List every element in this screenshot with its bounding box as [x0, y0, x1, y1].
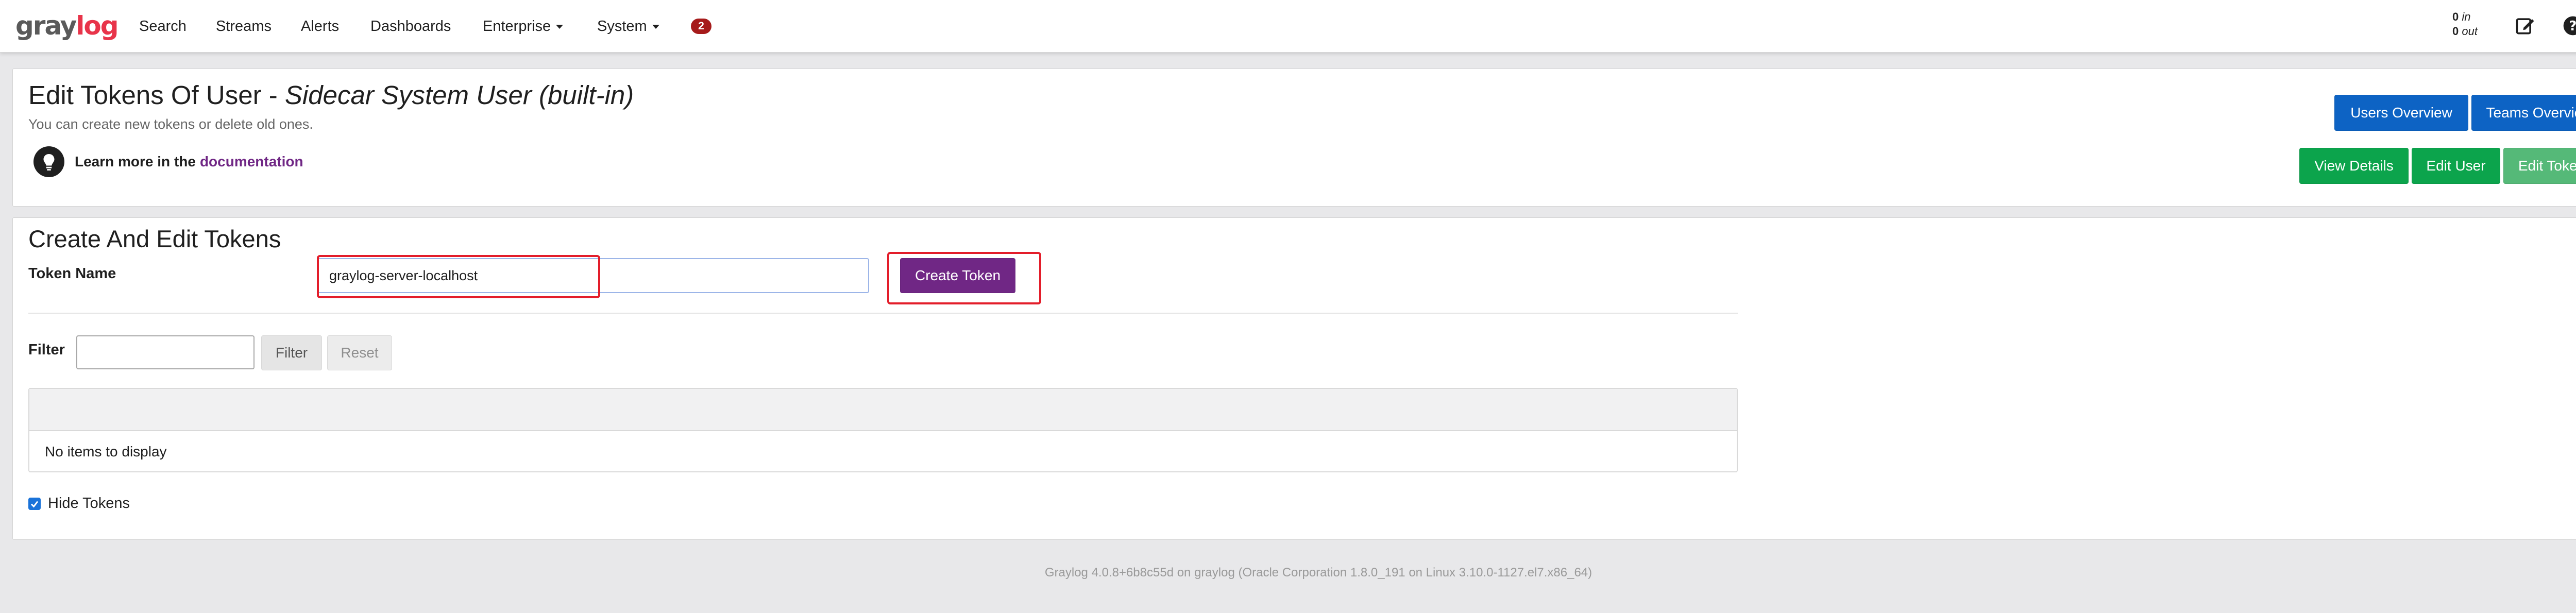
page-subtitle: You can create new tokens or delete old … — [28, 116, 313, 132]
tokens-table: No items to display — [28, 388, 1738, 472]
nav-enterprise-dropdown[interactable]: Enterprise — [483, 15, 564, 37]
section-title: Create And Edit Tokens — [28, 225, 281, 252]
footer-version: Graylog 4.0.8+6b8c55d on graylog (Oracle… — [1044, 566, 1592, 580]
edit-user-button[interactable]: Edit User — [2412, 148, 2500, 184]
table-header — [29, 389, 1737, 431]
nav-dashboards[interactable]: Dashboards — [370, 15, 451, 37]
page-title-prefix: Edit Tokens Of User - — [28, 80, 285, 110]
page-title-user: Sidecar System User (built-in) — [284, 80, 634, 110]
throughput-in: 0 in — [2452, 10, 2471, 23]
teams-overview-button[interactable]: Teams Overview — [2471, 95, 2576, 131]
chevron-down-icon — [652, 25, 659, 29]
nav-alerts[interactable]: Alerts — [301, 15, 339, 37]
documentation-hint: Learn more in the documentation — [33, 146, 303, 177]
edit-tokens-button[interactable]: Edit Tokens — [2503, 148, 2576, 184]
throughput-out: 0 out — [2452, 25, 2478, 38]
view-details-button[interactable]: View Details — [2299, 148, 2409, 184]
nav-enterprise-label: Enterprise — [483, 18, 551, 35]
empty-message: No items to display — [45, 444, 167, 459]
page-title: Edit Tokens Of User - Sidecar System Use… — [28, 79, 634, 111]
checkmark-icon — [30, 501, 39, 508]
hide-tokens-row[interactable]: Hide Tokens — [28, 495, 130, 512]
learn-more-text: Learn more in the — [75, 154, 196, 169]
nav-search[interactable]: Search — [139, 15, 187, 37]
filter-input[interactable] — [76, 335, 255, 369]
filter-button[interactable]: Filter — [261, 335, 322, 370]
nav-system-label: System — [597, 18, 647, 35]
page-header-card: Edit Tokens Of User - Sidecar System Use… — [12, 69, 2576, 207]
graylog-logo[interactable]: graylog — [15, 10, 119, 41]
tokens-card: Create And Edit Tokens Token Name graylo… — [12, 217, 2576, 540]
lightbulb-icon — [33, 146, 64, 177]
highlight-create-button — [887, 252, 1041, 304]
nav-streams[interactable]: Streams — [216, 15, 272, 37]
hide-tokens-label: Hide Tokens — [48, 495, 130, 512]
chevron-down-icon — [556, 25, 564, 29]
nav-system-dropdown[interactable]: System — [597, 15, 659, 37]
logo-text-gray: gray — [15, 11, 77, 41]
documentation-link[interactable]: documentation — [200, 154, 303, 170]
hide-tokens-checkbox[interactable] — [28, 497, 41, 510]
throughput-indicator[interactable]: 0 in 0 out — [2452, 10, 2478, 39]
token-name-label: Token Name — [28, 265, 116, 282]
top-navbar: graylog Search Streams Alerts Dashboards… — [0, 0, 2576, 53]
edit-icon[interactable] — [2514, 14, 2537, 37]
section-divider — [28, 313, 1738, 314]
logo-text-red: log — [76, 11, 118, 41]
highlight-token-input — [317, 255, 600, 298]
svg-text:?: ? — [2569, 19, 2576, 34]
notification-badge[interactable]: 2 — [691, 19, 711, 34]
users-overview-button[interactable]: Users Overview — [2334, 95, 2468, 131]
filter-label: Filter — [28, 342, 65, 358]
help-icon[interactable]: ? — [2562, 14, 2576, 37]
reset-button: Reset — [327, 335, 392, 370]
